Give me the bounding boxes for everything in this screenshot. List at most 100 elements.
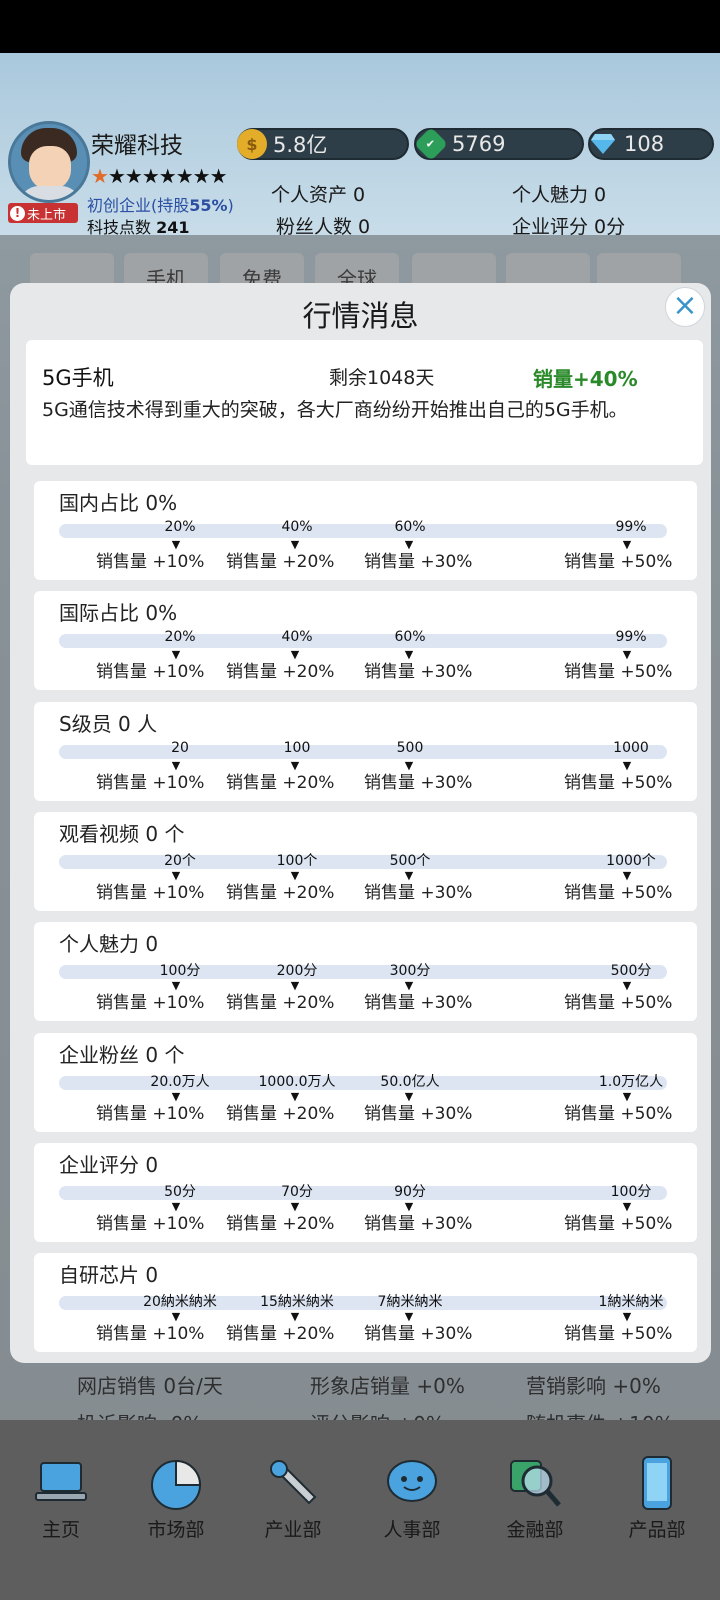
threshold-label: 7納米納米 [377,1294,443,1311]
threshold-label: 20 [171,739,189,756]
threshold-label: 60% [394,519,426,535]
coin-balance[interactable]: $5.8亿 [237,128,409,160]
milestone-title: S级员 0 人 [59,711,158,736]
star-icon: ★ [175,164,194,188]
threshold-label: 1.0万亿人 [598,1073,664,1090]
threshold-label: 90分 [394,1183,426,1200]
gem-icon: ✔ [414,127,448,161]
reward-label: 销售量 +50% [564,662,673,683]
threshold-label: 20納米納米 [143,1294,217,1311]
nav-item-0[interactable]: 主页 [6,1420,116,1541]
stake-percent: 55% [189,196,228,215]
status-bar [0,0,720,53]
diamond-balance[interactable]: 108 [588,128,714,160]
market-news-dialog: 行情消息 × 5G手机 剩余1048天 销量+40% 5G通信技术得到重大的突破… [10,283,711,1363]
milestone-card: S级员 0 人 20 ▼ 销售量 +10% 100 ▼ 销售量 +20% 500 ▼ 销售量 +3… [34,701,697,801]
reward-label: 销售量 +10% [96,882,205,903]
milestone-card: 国内占比 0% 20% ▼ 销售量 +10% 40% ▼ 销售量 +20% 60% ▼ 销售量 +… [34,481,697,580]
avatar[interactable] [8,121,90,203]
threshold-label: 50.0亿人 [380,1073,440,1090]
reward-label: 销售量 +50% [564,1103,673,1124]
reward-label: 销售量 +50% [564,1213,673,1234]
threshold-label: 50分 [164,1183,196,1200]
threshold-label: 1納米納米 [598,1294,664,1311]
wrench-icon [265,1455,321,1511]
threshold-label: 20.0万人 [150,1073,210,1090]
nav-item-1[interactable]: 市场部 [121,1420,231,1541]
personal-assets: 个人资产 0 [271,184,366,206]
threshold-label: 1000 [613,739,649,756]
reward-label: 销售量 +20% [226,1103,335,1124]
reward-label: 销售量 +50% [564,552,673,572]
reward-label: 销售量 +20% [226,772,335,793]
milestone-card: 国际占比 0% 20% ▼ 销售量 +10% 40% ▼ 销售量 +20% 60% ▼ 销售量 +… [34,591,697,691]
news-card: 5G手机 剩余1048天 销量+40% 5G通信技术得到重大的突破，各大厂商纷纷… [26,340,703,465]
reward-label: 销售量 +20% [226,552,335,572]
nav-item-2[interactable]: 产业部 [238,1420,348,1541]
nav-item-5[interactable]: 产品部 [602,1420,712,1541]
star-icon: ★ [124,164,143,188]
nav-label: 金融部 [506,1519,564,1541]
phone-icon [629,1455,685,1511]
news-remaining: 剩余1048天 [329,367,435,389]
star-icon: ★ [158,164,177,188]
progress-bar [59,965,667,980]
star-icon: ★ [209,164,228,188]
reward-label: 销售量 +30% [364,882,473,903]
progress-bar [59,1185,667,1200]
threshold-label: 500个 [389,852,431,869]
news-name: 5G手机 [42,366,114,390]
progress-bar [59,524,667,538]
reward-label: 销售量 +20% [226,1213,335,1234]
threshold-label: 40% [281,629,313,646]
reward-label: 销售量 +10% [96,1324,205,1345]
coin-icon: $ [237,129,267,159]
dialog-title: 行情消息 [302,299,419,333]
nav-label: 市场部 [147,1519,205,1541]
threshold-label: 500分 [610,963,652,980]
reward-label: 销售量 +30% [364,662,473,683]
reward-label: 销售量 +10% [96,993,205,1014]
threshold-label: 70分 [281,1183,313,1200]
threshold-label: 300分 [389,963,431,980]
star-icon: ★ [107,164,126,188]
threshold-label: 1000个 [606,852,656,869]
milestone-title: 自研芯片 0 [59,1263,159,1288]
star-icon: ★ [91,164,109,188]
company-stage: 初创企业(持股55%) [87,196,234,215]
personal-charm: 个人魅力 0 [512,184,607,206]
reward-label: 销售量 +50% [564,1324,673,1345]
nav-label: 主页 [41,1519,80,1541]
magnifier-icon [507,1455,563,1511]
gem-balance[interactable]: ✔ 5769 [414,127,584,161]
close-button[interactable]: × [665,287,705,327]
reward-label: 销售量 +30% [364,1324,473,1345]
threshold-label: 20% [164,629,196,646]
nav-item-4[interactable]: 金融部 [480,1420,590,1541]
reward-label: 销售量 +50% [564,772,673,793]
reward-label: 销售量 +20% [226,882,335,903]
threshold-label: 99% [615,629,647,646]
reward-label: 销售量 +50% [564,882,673,903]
reward-label: 销售量 +20% [226,993,335,1014]
star-icon: ★ [192,164,211,188]
reward-label: 销售量 +30% [364,1103,473,1124]
warning-icon: ! [10,205,25,221]
threshold-label: 20个 [164,852,196,869]
nav-label: 产品部 [628,1519,686,1541]
milestone-title: 个人魅力 0 [59,932,159,957]
milestone-card: 企业粉丝 0 个 20.0万人 ▼ 销售量 +10% 1000.0万人 ▼ 销售量 +20%… [34,1032,697,1132]
milestone-card: 个人魅力 0 100分 ▼ 销售量 +10% 200分 ▼ 销售量 +20% 300分 ▼ 销售量… [34,922,697,1022]
reward-label: 销售量 +20% [226,1324,335,1345]
laptop-icon [33,1455,89,1511]
threshold-label: 1000.0万人 [258,1073,336,1090]
threshold-label: 40% [281,519,313,535]
progress-bar [59,744,667,759]
pie-chart-icon [148,1455,204,1511]
threshold-label: 100分 [610,1183,652,1200]
milestone-card: 观看视频 0 个 20个 ▼ 销售量 +10% 100个 ▼ 销售量 +20% 500个 ▼ 销售… [34,811,697,911]
milestone-title: 企业评分 0 [59,1152,159,1177]
reward-label: 销售量 +30% [364,993,473,1014]
nav-item-3[interactable]: 人事部 [357,1420,467,1541]
threshold-label: 100 [283,739,311,756]
